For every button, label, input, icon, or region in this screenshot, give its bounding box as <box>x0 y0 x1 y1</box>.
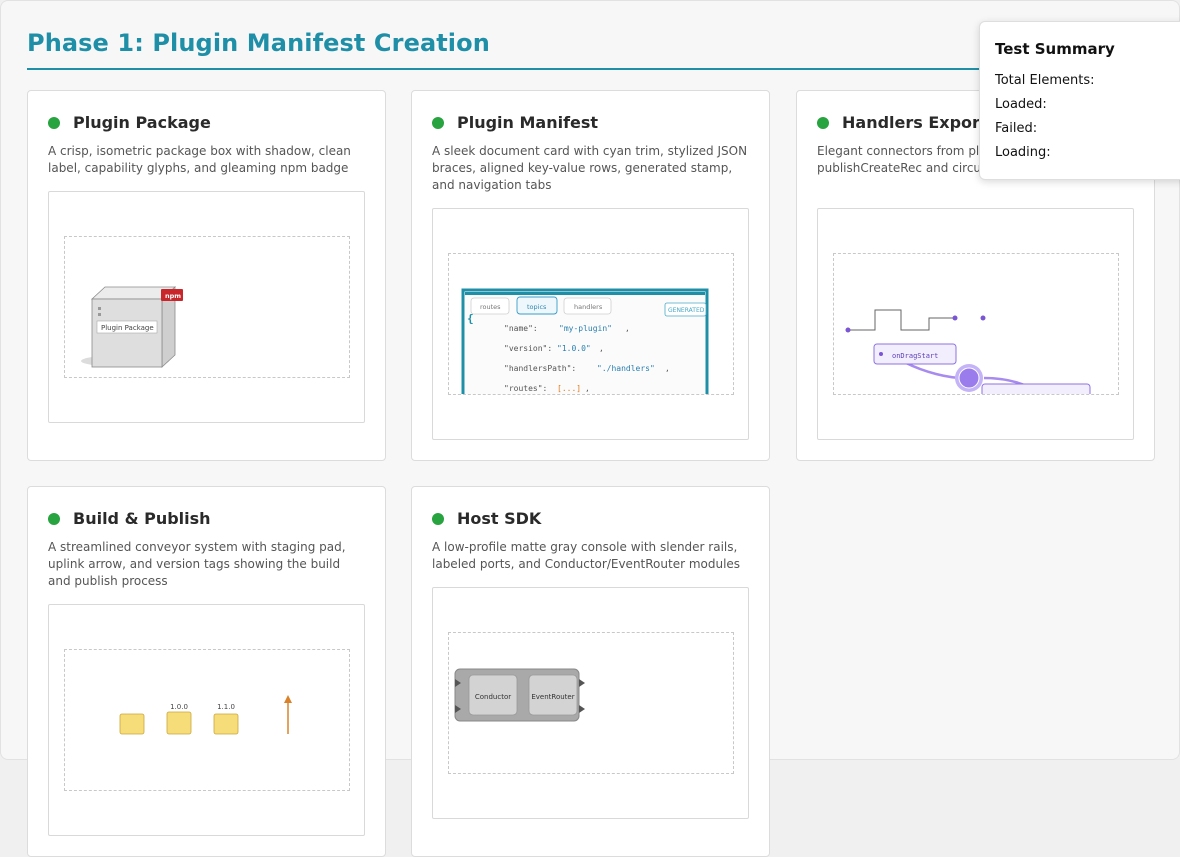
svg-text:Conductor: Conductor <box>475 693 511 701</box>
preview-frame: Plugin Package npm <box>48 191 365 423</box>
svg-text:"routes":: "routes": <box>504 384 547 393</box>
preview-viewport: 1.0.0 1.1.0 <box>64 649 350 791</box>
summary-title: Test Summary <box>995 40 1115 58</box>
svg-text:"1.0.0": "1.0.0" <box>557 344 591 353</box>
card-build-publish: Build & Publish A streamlined conveyor s… <box>27 486 386 857</box>
svg-text:"version":: "version": <box>504 344 552 353</box>
status-dot <box>48 512 60 525</box>
card-description: A sleek document card with cyan trim, st… <box>432 144 748 192</box>
version-tag: 1.0.0 <box>170 703 188 711</box>
card-title: Plugin Package <box>73 113 211 132</box>
summary-loaded: Loaded: <box>995 97 1047 112</box>
preview-frame: onDragStart <box>817 208 1134 440</box>
svg-text:,: , <box>599 344 604 353</box>
manifest-document-illustration: routes topics handlers GENERATED { "name… <box>461 288 709 394</box>
card-title: Handlers Export <box>842 113 988 132</box>
card-plugin-package: Plugin Package A crisp, isometric packag… <box>27 90 386 461</box>
package-label: Plugin Package <box>101 324 154 332</box>
svg-text:EventRouter: EventRouter <box>531 693 574 701</box>
svg-text:routes: routes <box>480 303 501 311</box>
preview-viewport: onDragStart <box>833 253 1119 395</box>
card-title: Build & Publish <box>73 509 211 528</box>
preview-frame: 1.0.0 1.1.0 <box>48 604 365 836</box>
status-dot <box>817 116 829 129</box>
card-title: Host SDK <box>457 509 542 528</box>
svg-text:topics: topics <box>527 303 547 311</box>
card-description: A streamlined conveyor system with stagi… <box>48 540 346 588</box>
svg-text:"name":: "name": <box>504 324 538 333</box>
preview-frame: routes topics handlers GENERATED { "name… <box>432 208 749 440</box>
card-description: A low-profile matte gray console with sl… <box>432 540 741 571</box>
summary-loading: Loading: <box>995 145 1051 160</box>
test-summary-panel: Test Summary Total Elements: Loaded: Fai… <box>979 21 1180 180</box>
build-conveyor-illustration: 1.0.0 1.1.0 <box>119 695 292 735</box>
handler-pill-secondary <box>981 383 1091 394</box>
svg-text:onDragStart: onDragStart <box>892 352 938 360</box>
status-dot <box>432 512 444 525</box>
package-box-illustration: Plugin Package npm <box>81 286 183 368</box>
svg-text:handlers: handlers <box>574 303 603 311</box>
status-dot <box>48 116 60 129</box>
svg-text:[...]: [...] <box>557 384 581 393</box>
preview-viewport: routes topics handlers GENERATED { "name… <box>448 253 734 395</box>
card-host-sdk: Host SDK A low-profile matte gray consol… <box>411 486 770 857</box>
summary-failed: Failed: <box>995 121 1038 136</box>
svg-text:GENERATED: GENERATED <box>668 307 705 314</box>
summary-total-elements: Total Elements: <box>995 73 1095 88</box>
test-page: Phase 1: Plugin Manifest Creation Plugin… <box>0 0 1180 857</box>
svg-text:,: , <box>665 364 670 373</box>
status-dot <box>432 116 444 129</box>
svg-text:,: , <box>625 324 630 333</box>
preview-viewport: Plugin Package npm <box>64 236 350 378</box>
svg-text:"./handlers": "./handlers" <box>597 364 655 373</box>
preview-frame: Conductor EventRouter <box>432 587 749 819</box>
handlers-connector-illustration: onDragStart <box>845 309 1091 394</box>
preview-viewport: Conductor EventRouter <box>448 632 734 774</box>
svg-text:{: { <box>467 312 474 325</box>
sdk-console-illustration: Conductor EventRouter <box>454 668 585 722</box>
svg-text:"handlersPath":: "handlersPath": <box>504 364 576 373</box>
version-tag: 1.1.0 <box>217 703 235 711</box>
page-title: Phase 1: Plugin Manifest Creation <box>27 29 490 57</box>
svg-text:"my-plugin": "my-plugin" <box>559 324 612 333</box>
npm-badge-text: npm <box>165 292 181 300</box>
card-plugin-manifest: Plugin Manifest A sleek document card wi… <box>411 90 770 461</box>
card-title: Plugin Manifest <box>457 113 599 132</box>
svg-text:,: , <box>585 384 590 393</box>
card-description: A crisp, isometric package box with shad… <box>48 144 351 175</box>
